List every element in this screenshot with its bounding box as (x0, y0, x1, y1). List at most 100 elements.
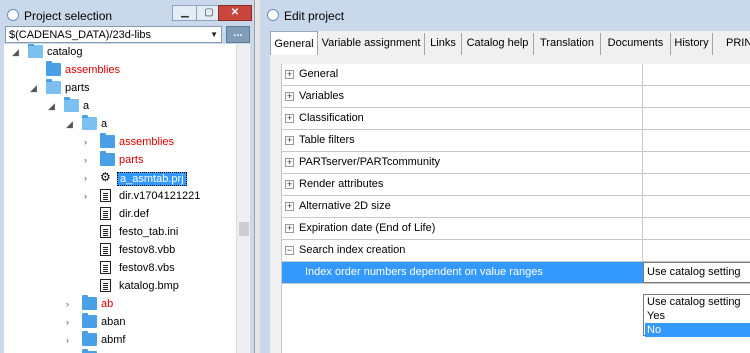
property-group-row[interactable]: + Variables (282, 86, 750, 108)
tree-node[interactable]: › abmf (4, 331, 236, 350)
expand-icon[interactable]: + (285, 158, 294, 167)
path-value: $(CADENAS_DATA)/23d-libs (9, 29, 152, 41)
tab-catalog-help[interactable]: Catalog help (462, 33, 534, 55)
collapse-icon[interactable]: ◢ (66, 119, 76, 129)
tree-node[interactable]: › assemblies (4, 133, 236, 152)
minimize-button[interactable]: ▁ (172, 5, 198, 21)
expand-icon[interactable]: › (66, 317, 76, 327)
collapse-icon[interactable]: ◢ (30, 83, 40, 93)
property-group-row[interactable]: + Expiration date (End of Life) (282, 218, 750, 240)
property-group-label: Render attributes (299, 178, 384, 190)
folder-open-icon (82, 115, 97, 130)
expand-icon[interactable]: › (84, 173, 94, 183)
folder-icon (82, 295, 97, 310)
tree-node[interactable]: ◢ catalog (4, 44, 236, 62)
tree-node[interactable]: ◢ a (4, 97, 236, 116)
folder-icon (82, 331, 97, 346)
window-title: Project selection (24, 9, 113, 23)
expand-icon[interactable]: + (285, 202, 294, 211)
property-group-label: Classification (299, 112, 364, 124)
dropdown-option[interactable]: Yes (645, 309, 750, 323)
tree-node-label: a (101, 118, 108, 130)
tree-node[interactable]: assemblies (4, 61, 236, 80)
property-group-row[interactable]: + Classification (282, 108, 750, 130)
expand-icon[interactable]: › (66, 299, 76, 309)
tree-node[interactable]: › parts (4, 151, 236, 170)
tab-translation[interactable]: Translation (534, 33, 601, 55)
column-separator (642, 152, 643, 174)
expand-icon[interactable]: › (84, 155, 94, 165)
tree-node[interactable]: ◢ parts (4, 79, 236, 98)
property-value-select[interactable]: Use catalog setting (643, 262, 750, 283)
tree-node-label: assemblies (119, 136, 175, 148)
expand-icon[interactable]: › (84, 191, 94, 201)
tab-bar: General Variable assignment Links Catalog h… (270, 31, 750, 55)
tree-node-label: aban (101, 316, 126, 328)
file-icon (100, 207, 111, 220)
tree-scrollbar[interactable] (236, 44, 250, 353)
property-group-row[interactable]: − Search index creation (282, 240, 750, 262)
property-value: Use catalog setting (647, 266, 741, 278)
project-tree[interactable]: ◢ catalog assemblies ◢ parts ◢ a ◢ a › assemblies ›… (4, 44, 236, 353)
tree-node[interactable]: festov8.vbs (4, 260, 236, 278)
folder-icon (82, 313, 97, 328)
tab-variable-assignment[interactable]: Variable assignment (318, 33, 425, 55)
property-group-row[interactable]: + Alternative 2D size (282, 196, 750, 218)
tree-node-label: parts (65, 82, 90, 94)
column-separator (642, 240, 643, 262)
tab-documents[interactable]: Documents (601, 33, 671, 55)
dropdown-option[interactable]: No (645, 323, 750, 337)
tree-node-label: parts (119, 154, 144, 166)
path-combobox[interactable]: $(CADENAS_DATA)/23d-libs ▼ (5, 26, 222, 43)
expand-icon[interactable]: › (66, 335, 76, 345)
collapse-icon[interactable]: ◢ (12, 47, 22, 57)
expand-icon[interactable]: + (285, 70, 294, 79)
folder-icon (46, 61, 61, 76)
tree-node[interactable]: › ⚙ a_asmtab.prj (4, 170, 236, 188)
tab-history[interactable]: History (671, 33, 713, 55)
app-icon (7, 9, 19, 21)
collapse-icon[interactable]: ◢ (48, 101, 58, 111)
property-group-row[interactable]: + PARTserver/PARTcommunity (282, 152, 750, 174)
property-group-label: Variables (299, 90, 345, 102)
property-group-row[interactable]: + General (282, 64, 750, 86)
tree-node[interactable]: › dir.v1704121221 (4, 188, 236, 206)
property-group-label: General (299, 68, 339, 80)
expand-icon[interactable]: › (84, 137, 94, 147)
tab-links[interactable]: Links (425, 33, 462, 55)
dropdown-option[interactable]: Use catalog setting (645, 295, 750, 309)
expand-icon[interactable]: + (285, 114, 294, 123)
browse-button[interactable]: ... (226, 26, 250, 43)
collapse-icon[interactable]: − (285, 246, 294, 255)
tree-node[interactable]: ◢ a (4, 115, 236, 134)
expand-icon[interactable]: + (285, 180, 294, 189)
value-dropdown-list[interactable]: Use catalog setting Yes No (643, 294, 750, 337)
tree-node-label: festov8.vbs (119, 262, 175, 274)
property-group-label: PARTserver/PARTcommunity (299, 156, 441, 168)
tree-node[interactable]: › aban (4, 313, 236, 332)
index-order-numbers-row[interactable]: Index order numbers dependent on value r… (282, 262, 750, 284)
tab-print[interactable]: PRINT (713, 33, 750, 55)
property-label: Index order numbers dependent on value r… (305, 266, 543, 278)
tree-node[interactable]: festov8.vbb (4, 242, 236, 260)
expand-icon[interactable]: + (285, 92, 294, 101)
tree-node[interactable]: dir.def (4, 206, 236, 224)
scrollbar-thumb[interactable] (239, 222, 249, 236)
tree-node-label: festov8.vbb (119, 244, 176, 256)
expand-icon[interactable]: + (285, 136, 294, 145)
tab-general[interactable]: General (270, 31, 318, 55)
close-button[interactable]: ✕ (218, 5, 252, 21)
expand-icon[interactable]: + (285, 224, 294, 233)
folder-icon (100, 151, 115, 166)
tree-node[interactable]: festo_tab.ini (4, 224, 236, 242)
property-group-row[interactable]: + Table filters (282, 130, 750, 152)
tree-node[interactable]: katalog.bmp (4, 278, 236, 296)
tree-node-label: festo_tab.ini (119, 226, 179, 238)
column-separator (642, 86, 643, 108)
property-group-row[interactable]: + Render attributes (282, 174, 750, 196)
tab-content: + General + Variables + Classification + Table … (270, 55, 750, 353)
tree-node[interactable]: › ab (4, 295, 236, 314)
chevron-down-icon[interactable]: ▼ (210, 30, 218, 39)
window-title: Edit project (284, 9, 345, 23)
folder-icon (100, 133, 115, 148)
